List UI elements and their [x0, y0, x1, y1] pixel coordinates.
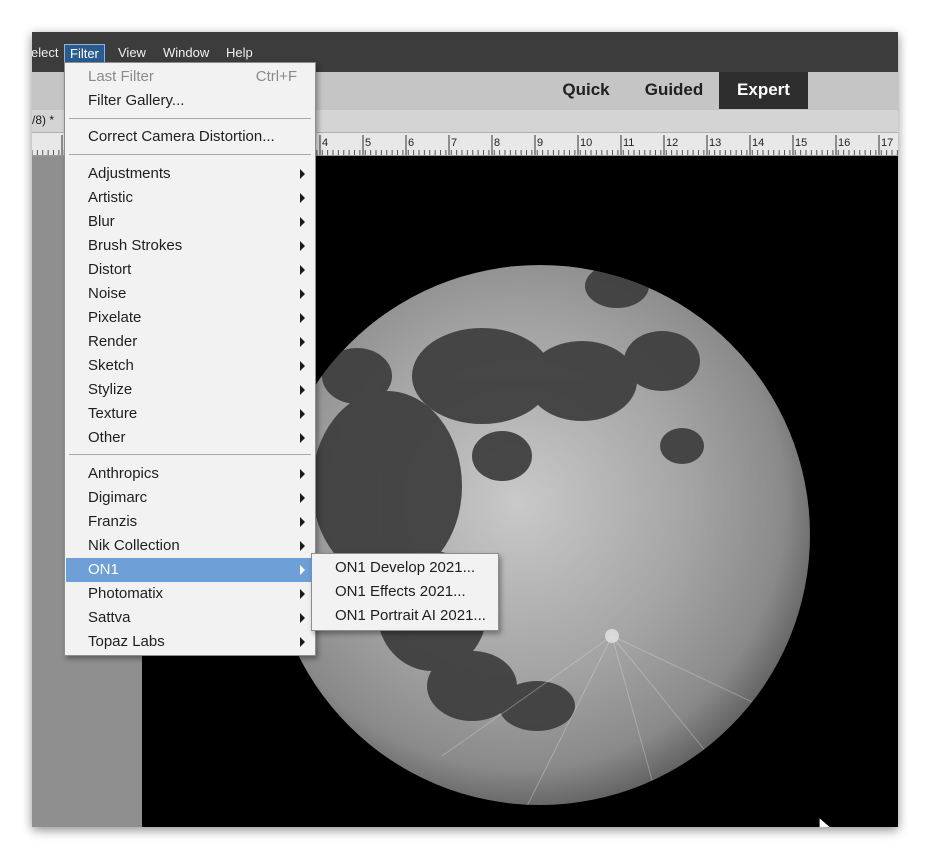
menu-item-pixelate[interactable]: Pixelate — [66, 306, 314, 330]
triangle-right-icon — [300, 433, 305, 443]
triangle-right-icon — [300, 217, 305, 227]
menu-item-on1-effects[interactable]: ON1 Effects 2021... — [313, 580, 497, 604]
mouse-pointer-icon — [818, 816, 832, 827]
on1-submenu: ON1 Develop 2021... ON1 Effects 2021... … — [311, 553, 499, 631]
triangle-right-icon — [300, 409, 305, 419]
triangle-right-icon — [300, 613, 305, 623]
mode-quick-button[interactable]: Quick — [550, 72, 622, 109]
triangle-right-icon — [300, 169, 305, 179]
triangle-right-icon — [300, 589, 305, 599]
menu-item-texture[interactable]: Texture — [66, 402, 314, 426]
triangle-right-icon — [300, 241, 305, 251]
menu-item-anthropics[interactable]: Anthropics — [66, 462, 314, 486]
menu-help[interactable]: Help — [221, 44, 258, 62]
menu-item-topaz-labs[interactable]: Topaz Labs — [66, 630, 314, 654]
ruler-label: 11 — [623, 137, 634, 149]
ruler-label: 10 — [580, 137, 592, 149]
menu-item-artistic[interactable]: Artistic — [66, 186, 314, 210]
menu-view[interactable]: View — [113, 44, 151, 62]
ruler-label: 5 — [365, 137, 371, 149]
triangle-right-icon — [300, 385, 305, 395]
triangle-right-icon — [300, 541, 305, 551]
menu-select[interactable]: elect — [32, 44, 63, 62]
menu-item-on1-portrait-ai[interactable]: ON1 Portrait AI 2021... — [313, 604, 497, 628]
menu-item-photomatix[interactable]: Photomatix — [66, 582, 314, 606]
triangle-right-icon — [300, 193, 305, 203]
shortcut-label: Ctrl+F — [255, 68, 297, 85]
triangle-right-icon — [300, 289, 305, 299]
menu-item-franzis[interactable]: Franzis — [66, 510, 314, 534]
triangle-right-icon — [300, 469, 305, 479]
menu-item-on1-develop[interactable]: ON1 Develop 2021... — [313, 556, 497, 580]
menu-item-noise[interactable]: Noise — [66, 282, 314, 306]
menu-item-brush-strokes[interactable]: Brush Strokes — [66, 234, 314, 258]
triangle-right-icon — [300, 337, 305, 347]
mode-expert-button[interactable]: Expert — [719, 72, 808, 109]
triangle-right-icon — [300, 313, 305, 323]
triangle-right-icon — [300, 637, 305, 647]
triangle-right-icon — [300, 265, 305, 275]
triangle-right-icon — [300, 517, 305, 527]
menu-item-adjustments[interactable]: Adjustments — [66, 162, 314, 186]
ruler-label: 15 — [795, 137, 807, 149]
menu-separator — [69, 454, 311, 455]
ruler-label: 9 — [537, 137, 543, 149]
triangle-right-icon — [300, 361, 305, 371]
menu-item-correct-camera-distortion[interactable]: Correct Camera Distortion... — [66, 125, 314, 149]
menu-item-sketch[interactable]: Sketch — [66, 354, 314, 378]
menu-item-stylize[interactable]: Stylize — [66, 378, 314, 402]
menu-item-on1[interactable]: ON1 — [66, 558, 314, 582]
menu-item-nik-collection[interactable]: Nik Collection — [66, 534, 314, 558]
menu-window[interactable]: Window — [158, 44, 214, 62]
filter-menu: Last Filter Ctrl+F Filter Gallery... Cor… — [64, 62, 316, 656]
menu-item-other[interactable]: Other — [66, 426, 314, 450]
triangle-right-icon — [300, 493, 305, 503]
ruler-label: 16 — [838, 137, 850, 149]
menu-item-blur[interactable]: Blur — [66, 210, 314, 234]
menu-item-distort[interactable]: Distort — [66, 258, 314, 282]
ruler-label: 12 — [666, 137, 678, 149]
menu-separator — [69, 154, 311, 155]
ruler-label: 7 — [451, 137, 457, 149]
ruler-label: 6 — [408, 137, 414, 149]
ruler-label: 17 — [881, 137, 893, 149]
menu-item-sattva[interactable]: Sattva — [66, 606, 314, 630]
menu-separator — [69, 118, 311, 119]
document-tab-title[interactable]: /8) * — [32, 113, 54, 127]
ruler-label: 8 — [494, 137, 500, 149]
menu-item-render[interactable]: Render — [66, 330, 314, 354]
ruler-label: 14 — [752, 137, 764, 149]
menu-item-last-filter[interactable]: Last Filter Ctrl+F — [66, 65, 314, 89]
mode-guided-button[interactable]: Guided — [632, 72, 716, 109]
menu-item-digimarc[interactable]: Digimarc — [66, 486, 314, 510]
ruler-label: 4 — [322, 137, 328, 149]
ruler-label: 13 — [709, 137, 721, 149]
triangle-right-icon — [300, 565, 305, 575]
menu-filter[interactable]: Filter — [64, 44, 105, 64]
menu-item-filter-gallery[interactable]: Filter Gallery... — [66, 89, 314, 113]
